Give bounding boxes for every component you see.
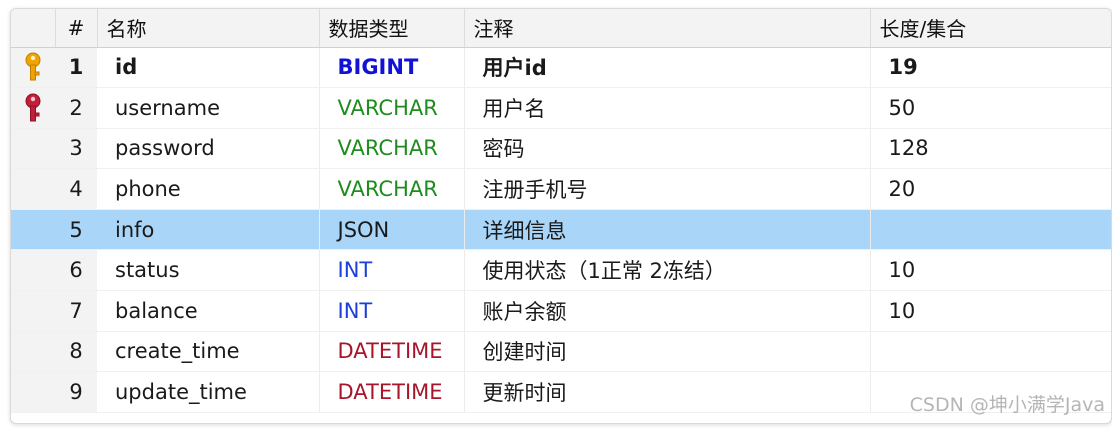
column-name-cell[interactable]: id bbox=[97, 47, 320, 89]
table-row[interactable]: 6 status INT 使用状态（1正常 2冻结） 10 bbox=[11, 249, 1111, 292]
table-row[interactable]: 4 phone VARCHAR 注册手机号 20 bbox=[11, 168, 1111, 210]
column-comment-cell[interactable]: 使用状态（1正常 2冻结） bbox=[464, 249, 871, 292]
table-row[interactable]: 2 username VARCHAR 用户名 50 bbox=[11, 87, 1111, 129]
key-cell bbox=[11, 128, 55, 170]
row-number: 6 bbox=[55, 249, 97, 292]
primary-key-icon bbox=[25, 52, 41, 81]
key-cell bbox=[11, 209, 55, 251]
column-name-cell[interactable]: info bbox=[97, 209, 320, 251]
table-row[interactable]: 8 create_time DATETIME 创建时间 bbox=[11, 331, 1111, 373]
column-comment-cell[interactable]: 注册手机号 bbox=[464, 168, 871, 210]
column-name-cell[interactable]: update_time bbox=[97, 371, 320, 413]
type-column-header[interactable]: 数据类型 bbox=[319, 9, 465, 48]
table-columns-grid[interactable]: # 名称 数据类型 注释 长度/集合 1 id BIGINT 用户id 19 2… bbox=[10, 8, 1112, 424]
key-cell bbox=[11, 87, 55, 129]
column-name-cell[interactable]: password bbox=[97, 128, 320, 170]
table-row[interactable]: 7 balance INT 账户余额 10 bbox=[11, 290, 1111, 332]
row-number: 2 bbox=[55, 87, 97, 129]
columns-table: # 名称 数据类型 注释 长度/集合 1 id BIGINT 用户id 19 2… bbox=[11, 9, 1111, 413]
column-length-cell[interactable]: 10 bbox=[870, 249, 1111, 292]
row-number: 7 bbox=[55, 290, 97, 332]
column-length-cell[interactable] bbox=[870, 209, 1111, 251]
column-length-cell[interactable]: 10 bbox=[870, 290, 1111, 332]
key-cell bbox=[11, 47, 55, 89]
column-type-cell[interactable]: JSON bbox=[319, 209, 465, 251]
column-name-cell[interactable]: status bbox=[97, 249, 320, 292]
column-comment-cell[interactable]: 创建时间 bbox=[464, 331, 871, 373]
table-row[interactable]: 3 password VARCHAR 密码 128 bbox=[11, 128, 1111, 170]
column-name-cell[interactable]: phone bbox=[97, 168, 320, 210]
key-cell bbox=[11, 290, 55, 332]
column-type-cell[interactable]: INT bbox=[319, 249, 465, 292]
table-row[interactable]: 1 id BIGINT 用户id 19 bbox=[11, 47, 1111, 89]
column-length-cell[interactable]: 50 bbox=[870, 87, 1111, 129]
column-type-cell[interactable]: BIGINT bbox=[319, 47, 465, 89]
column-name-cell[interactable]: create_time bbox=[97, 331, 320, 373]
row-number: 4 bbox=[55, 168, 97, 210]
column-comment-cell[interactable]: 密码 bbox=[464, 128, 871, 170]
key-cell bbox=[11, 249, 55, 292]
key-column-header[interactable] bbox=[11, 9, 56, 48]
column-type-cell[interactable]: VARCHAR bbox=[319, 87, 465, 129]
column-type-cell[interactable]: DATETIME bbox=[319, 331, 465, 373]
row-number: 3 bbox=[55, 128, 97, 170]
header-row: # 名称 数据类型 注释 长度/集合 bbox=[11, 9, 1111, 48]
row-number: 1 bbox=[55, 47, 97, 89]
column-name-cell[interactable]: username bbox=[97, 87, 320, 129]
unique-key-icon bbox=[25, 93, 41, 122]
name-column-header[interactable]: 名称 bbox=[97, 9, 320, 48]
column-type-cell[interactable]: INT bbox=[319, 290, 465, 332]
column-type-cell[interactable]: VARCHAR bbox=[319, 128, 465, 170]
column-length-cell[interactable] bbox=[870, 331, 1111, 373]
number-column-header[interactable]: # bbox=[55, 9, 98, 48]
column-type-cell[interactable]: VARCHAR bbox=[319, 168, 465, 210]
column-length-cell[interactable]: 128 bbox=[870, 128, 1111, 170]
length-column-header[interactable]: 长度/集合 bbox=[870, 9, 1111, 48]
column-length-cell[interactable]: 20 bbox=[870, 168, 1111, 210]
column-comment-cell[interactable]: 账户余额 bbox=[464, 290, 871, 332]
watermark: CSDN @坤小满学Java bbox=[909, 394, 1105, 416]
row-number: 8 bbox=[55, 331, 97, 373]
table-row-selected[interactable]: 5 info JSON 详细信息 bbox=[11, 209, 1111, 251]
row-number: 9 bbox=[55, 371, 97, 413]
key-cell bbox=[11, 168, 55, 210]
column-comment-cell[interactable]: 用户名 bbox=[464, 87, 871, 129]
column-comment-cell[interactable]: 用户id bbox=[464, 47, 871, 89]
comment-column-header[interactable]: 注释 bbox=[464, 9, 871, 48]
column-comment-cell[interactable]: 详细信息 bbox=[464, 209, 871, 251]
column-length-cell[interactable]: 19 bbox=[870, 47, 1111, 89]
column-type-cell[interactable]: DATETIME bbox=[319, 371, 465, 413]
row-number: 5 bbox=[55, 209, 97, 251]
column-name-cell[interactable]: balance bbox=[97, 290, 320, 332]
key-cell bbox=[11, 371, 55, 413]
key-cell bbox=[11, 331, 55, 373]
column-comment-cell[interactable]: 更新时间 bbox=[464, 371, 871, 413]
